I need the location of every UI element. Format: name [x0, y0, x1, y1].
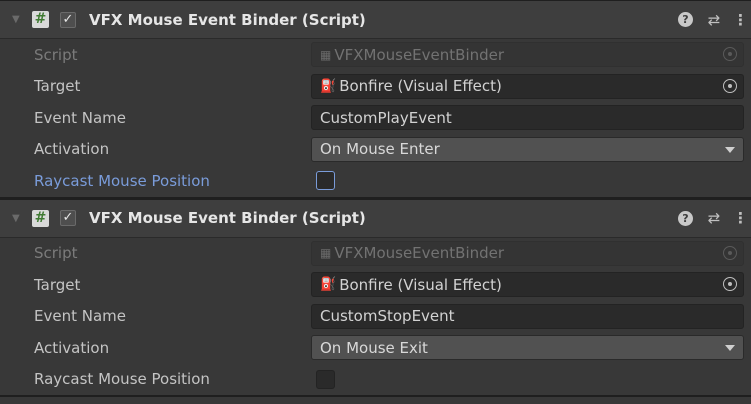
raycast-label: Raycast Mouse Position	[34, 171, 210, 190]
event-name-input[interactable]: CustomPlayEvent	[311, 105, 744, 130]
component-enable-checkbox[interactable]: ✓	[60, 210, 76, 226]
activation-dropdown[interactable]: On Mouse Enter	[311, 136, 744, 162]
foldout-arrow-icon[interactable]: ▼	[12, 14, 24, 25]
object-picker-icon	[723, 47, 737, 61]
target-row: Target ⛽ Bonfire (Visual Effect)	[0, 269, 751, 301]
target-field[interactable]: ⛽ Bonfire (Visual Effect)	[311, 73, 744, 99]
preset-icon[interactable]: ⇄	[707, 11, 721, 29]
script-field: ▦ VFXMouseEventBinder	[311, 240, 744, 266]
context-menu-icon[interactable]: ⋮	[733, 209, 748, 227]
event-name-value: CustomPlayEvent	[320, 108, 452, 127]
preset-icon[interactable]: ⇄	[707, 209, 721, 227]
target-label: Target	[34, 275, 81, 294]
raycast-label: Raycast Mouse Position	[34, 370, 210, 389]
visual-effect-icon: ⛽	[320, 277, 337, 292]
activation-value: On Mouse Enter	[320, 140, 440, 158]
activation-label: Activation	[34, 338, 110, 357]
component-enable-checkbox[interactable]: ✓	[60, 11, 76, 28]
target-label: Target	[34, 77, 81, 96]
event-name-label: Event Name	[34, 307, 126, 326]
script-field: ▦ VFXMouseEventBinder	[311, 42, 744, 67]
dropdown-arrow-icon	[725, 146, 735, 153]
object-picker-icon[interactable]	[723, 277, 737, 291]
component-title: VFX Mouse Event Binder (Script)	[89, 209, 366, 227]
event-name-value: CustomStopEvent	[320, 307, 455, 325]
object-picker-icon	[723, 245, 737, 260]
component-divider	[0, 395, 751, 397]
csharp-script-icon: ▦	[320, 47, 332, 62]
target-row: Target ⛽ Bonfire (Visual Effect)	[0, 71, 751, 103]
activation-row: Activation On Mouse Enter	[0, 134, 751, 166]
raycast-row: Raycast Mouse Position	[0, 165, 751, 197]
script-label: Script	[34, 45, 78, 64]
target-value: Bonfire (Visual Effect)	[339, 77, 502, 95]
help-icon[interactable]: ?	[678, 210, 693, 226]
event-name-label: Event Name	[34, 108, 126, 127]
context-menu-icon[interactable]: ⋮	[733, 11, 748, 29]
script-value: VFXMouseEventBinder	[334, 244, 505, 262]
target-field[interactable]: ⛽ Bonfire (Visual Effect)	[311, 272, 744, 297]
object-picker-icon[interactable]	[723, 78, 737, 93]
script-value: VFXMouseEventBinder	[334, 45, 505, 64]
component-header[interactable]: ▼ # ✓ VFX Mouse Event Binder (Script) ? …	[0, 0, 751, 39]
csharp-script-icon: #	[32, 11, 49, 28]
activation-row: Activation On Mouse Exit	[0, 332, 751, 364]
raycast-checkbox[interactable]	[316, 369, 335, 389]
script-row: Script ▦ VFXMouseEventBinder	[0, 238, 751, 270]
visual-effect-icon: ⛽	[320, 78, 337, 94]
foldout-arrow-icon[interactable]: ▼	[12, 213, 24, 224]
component-mouse-event-binder-1: ▼ # ✓ VFX Mouse Event Binder (Script) ? …	[0, 0, 751, 197]
event-name-input[interactable]: CustomStopEvent	[311, 303, 744, 329]
component-header[interactable]: ▼ # ✓ VFX Mouse Event Binder (Script) ? …	[0, 198, 751, 238]
event-name-row: Event Name CustomStopEvent	[0, 301, 751, 333]
script-label: Script	[34, 244, 78, 263]
component-mouse-event-binder-2: ▼ # ✓ VFX Mouse Event Binder (Script) ? …	[0, 198, 751, 396]
activation-value: On Mouse Exit	[320, 338, 428, 357]
event-name-row: Event Name CustomPlayEvent	[0, 102, 751, 134]
help-icon[interactable]: ?	[678, 12, 693, 27]
target-value: Bonfire (Visual Effect)	[339, 275, 502, 294]
csharp-script-icon: #	[32, 209, 49, 227]
raycast-row: Raycast Mouse Position	[0, 364, 751, 396]
dropdown-arrow-icon	[725, 345, 735, 351]
activation-dropdown[interactable]: On Mouse Exit	[311, 335, 744, 360]
activation-label: Activation	[34, 140, 110, 159]
component-title: VFX Mouse Event Binder (Script)	[89, 10, 366, 29]
csharp-script-icon: ▦	[320, 246, 332, 260]
raycast-checkbox[interactable]	[316, 171, 335, 190]
script-row: Script ▦ VFXMouseEventBinder	[0, 39, 751, 71]
